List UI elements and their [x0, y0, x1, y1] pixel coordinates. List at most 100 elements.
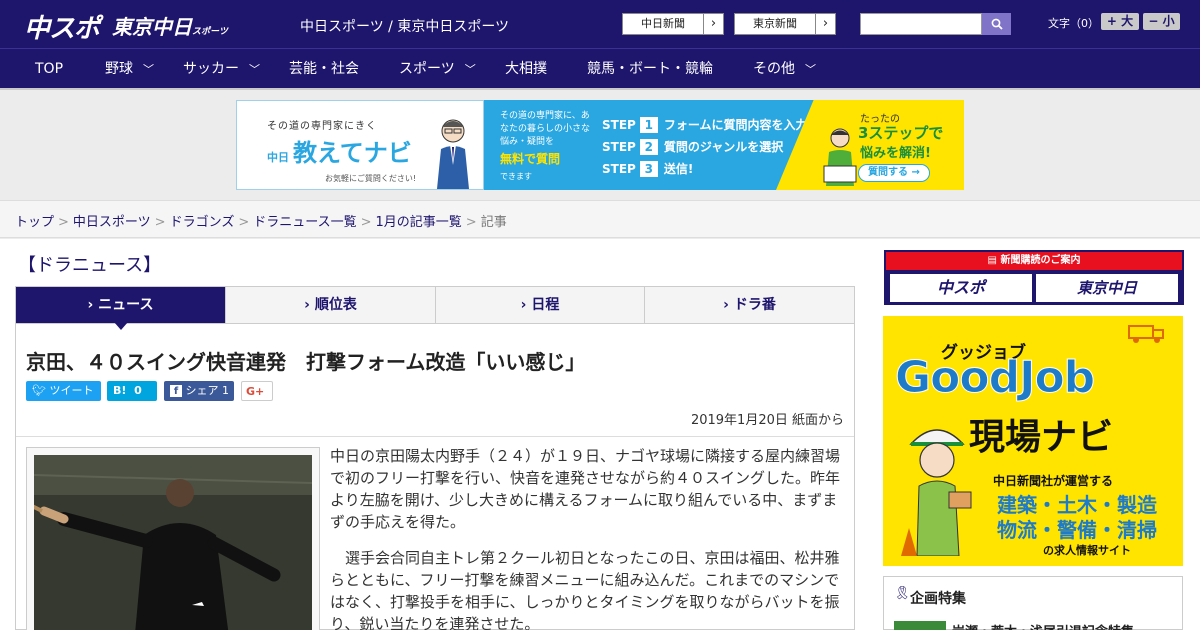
article-paragraph: 中日の京田陽太内野手（２４）が１９日、ナゴヤ球場に隣接する屋内練習場で初のフリー…: [330, 447, 841, 531]
breadcrumb-dragons[interactable]: ドラゴンズ: [170, 215, 235, 230]
banner-tagline: その道の専門家にきく: [267, 121, 377, 132]
nav-item-racing[interactable]: 競馬・ボート・競輪: [587, 49, 713, 89]
breadcrumb-chuspo[interactable]: 中日スポーツ: [73, 215, 151, 230]
chevron-down-icon: ﹀: [464, 63, 476, 76]
step-number: 3: [639, 161, 658, 177]
breadcrumb-separator: >: [238, 215, 250, 230]
banner-desc: その道の専門家に、あなたの暮らしの小さな悩み・疑問を: [500, 111, 591, 147]
person-illustration: [823, 128, 857, 186]
facebook-share-button[interactable]: f シェア 1: [164, 381, 234, 401]
goodjob-categories-2: 物流・警備・清掃: [997, 518, 1157, 542]
breadcrumb-dranews-list[interactable]: ドラニュース一覧: [253, 215, 356, 230]
step-text: 質問のジャンルを選択: [663, 140, 784, 154]
font-size-label: 文字（0）: [1048, 17, 1099, 30]
nav-item-soccer[interactable]: サッカー ﹀: [183, 49, 260, 89]
chunichi-shimbun-link[interactable]: 中日新聞 ›: [622, 13, 724, 35]
step-number: 1: [639, 117, 658, 133]
tab-label: ニュース: [98, 297, 154, 313]
divider: [16, 436, 854, 437]
article: 京田、４０スイング快音連発 打撃フォーム改造「いい感じ」 🐦︎ ツイート B! …: [15, 324, 855, 630]
article-photo[interactable]: [34, 455, 312, 630]
subscribe-tokyo-chunichi-button[interactable]: 東京中日: [1036, 274, 1178, 302]
banner-right-line3: 悩みを解消!: [860, 146, 931, 161]
banner-can: できます: [500, 172, 532, 181]
hatena-button[interactable]: B! 0: [107, 381, 157, 401]
banner-step-3: STEP 3 送信!: [602, 160, 693, 177]
tab-schedule[interactable]: › 日程: [436, 287, 645, 323]
site-links[interactable]: 中日スポーツ / 東京中日スポーツ: [300, 16, 509, 36]
step-text: 送信!: [663, 162, 694, 176]
chevron-right-icon: ›: [520, 297, 532, 313]
tokyo-shimbun-label: 東京新聞: [753, 17, 797, 30]
nav-item-sumo[interactable]: 大相撲: [505, 49, 547, 89]
banner-sub: お気軽にご質問ください!: [325, 174, 417, 183]
chevron-down-icon: ﹀: [805, 63, 816, 76]
chevron-right-icon: ›: [723, 297, 734, 313]
banner-cta-button[interactable]: 質問する →: [858, 164, 930, 182]
banner-brand-prefix: 中日: [267, 151, 289, 164]
step-word: STEP: [602, 118, 636, 132]
tab-standings[interactable]: › 順位表: [226, 287, 436, 323]
nav-item-other[interactable]: その他 ﹀: [753, 49, 816, 89]
article-headline: 京田、４０スイング快音連発 打撃フォーム改造「いい感じ」: [26, 350, 586, 374]
chevron-down-icon: ﹀: [143, 63, 154, 76]
font-larger-button[interactable]: + 大: [1101, 13, 1139, 30]
nav-label: 競馬・ボート・競輪: [587, 61, 713, 77]
chuspo-logo[interactable]: 中スポ: [24, 8, 100, 45]
font-smaller-button[interactable]: − 小: [1143, 13, 1180, 30]
truck-icon: [1128, 325, 1164, 343]
search-icon: [991, 18, 1003, 30]
search-input[interactable]: [860, 13, 982, 35]
advisor-illustration: [437, 119, 469, 189]
nav-item-sports[interactable]: スポーツ ﹀: [399, 49, 476, 89]
oshiete-navi-banner[interactable]: その道の専門家にきく 中日 教えてナビ お気軽にご質問ください! その道の専門家に…: [236, 100, 964, 190]
breadcrumb-separator: >: [360, 215, 372, 230]
nav-label: 大相撲: [505, 61, 547, 77]
article-paragraph: 選手会合同自主トレ第２クール初日となったこの日、京田は福田、松井雅らとともに、フ…: [330, 549, 840, 630]
breadcrumb-month-list[interactable]: 1月の記事一覧: [376, 215, 462, 230]
subscription-banner[interactable]: ▤ 新聞購読のご案内 中スポ 東京中日: [884, 250, 1184, 305]
breadcrumb-separator: >: [58, 215, 69, 230]
tab-label: 順位表: [314, 297, 357, 313]
step-number: 2: [639, 139, 658, 155]
tab-draban[interactable]: › ドラ番: [645, 287, 854, 323]
tokyo-chunichi-logo-small: スポーツ: [192, 27, 228, 37]
hatena-count: 0: [134, 384, 142, 397]
tokyo-shimbun-link[interactable]: 東京新聞 ›: [734, 13, 836, 35]
step-word: STEP: [602, 162, 636, 176]
tokyo-chunichi-logo-text: 東京中日: [112, 15, 192, 39]
feature-item-link[interactable]: 岩瀬・荒木・浅尾引退記念特集: [952, 621, 1134, 630]
main-content: 【ドラニュース】 › ニュース › 順位表 › 日程 › ドラ番 京田、４０スイ…: [0, 239, 1200, 630]
breadcrumb-top[interactable]: トップ: [15, 215, 54, 230]
worker-illustration: [901, 429, 972, 556]
breadcrumb-separator: >: [465, 215, 477, 230]
banner-step-1: STEP 1 フォームに質問内容を入力: [602, 116, 807, 133]
feature-thumbnail[interactable]: [894, 621, 946, 630]
gplus-button[interactable]: G+: [241, 381, 273, 401]
banner-step-2: STEP 2 質問のジャンルを選択: [602, 138, 783, 155]
section-title: 【ドラニュース】: [18, 255, 162, 276]
main-nav: TOP 野球 ﹀ サッカー ﹀ 芸能・社会 スポーツ ﹀ 大相撲 競馬・ボート・競輪 …: [0, 48, 1200, 90]
chevron-right-icon: ›: [304, 297, 315, 313]
nav-item-baseball[interactable]: 野球 ﹀: [105, 49, 154, 89]
feature-box: 🎗︎ 企画特集 岩瀬・荒木・浅尾引退記念特集: [883, 576, 1183, 630]
nav-item-entertainment[interactable]: 芸能・社会: [289, 49, 359, 89]
top-header: 中スポ 東京中日スポーツ 中日スポーツ / 東京中日スポーツ 中日新聞 › 東京…: [0, 0, 1200, 48]
tab-label: 日程: [531, 297, 560, 313]
tab-news[interactable]: › ニュース: [16, 287, 226, 323]
step-text: フォームに質問内容を入力: [663, 118, 808, 132]
tweet-button[interactable]: 🐦︎ ツイート: [26, 381, 101, 401]
twitter-icon: 🐦︎: [32, 384, 46, 397]
hatena-icon: B!: [113, 384, 127, 397]
subscribe-chuspo-button[interactable]: 中スポ: [890, 274, 1032, 302]
goodjob-navi: 現場ナビ: [969, 417, 1114, 458]
subscription-label: ▤ 新聞購読のご案内: [886, 252, 1182, 270]
tokyo-chunichi-logo[interactable]: 東京中日スポーツ: [112, 11, 228, 40]
facebook-label: シェア: [185, 384, 219, 397]
breadcrumb-trail: トップ > 中日スポーツ > ドラゴンズ > ドラニュース一覧 >1月の記事一覧 > 記事: [15, 211, 507, 230]
ribbon-icon: 🎗︎: [894, 586, 911, 601]
search-button[interactable]: [982, 13, 1011, 35]
photo-frame: [26, 447, 320, 630]
goodjob-ad[interactable]: グッジョブ GoodJob 現場ナビ 中日新聞社が運営する 建築・土木・製造 物…: [883, 316, 1183, 566]
nav-item-top[interactable]: TOP: [35, 49, 63, 89]
